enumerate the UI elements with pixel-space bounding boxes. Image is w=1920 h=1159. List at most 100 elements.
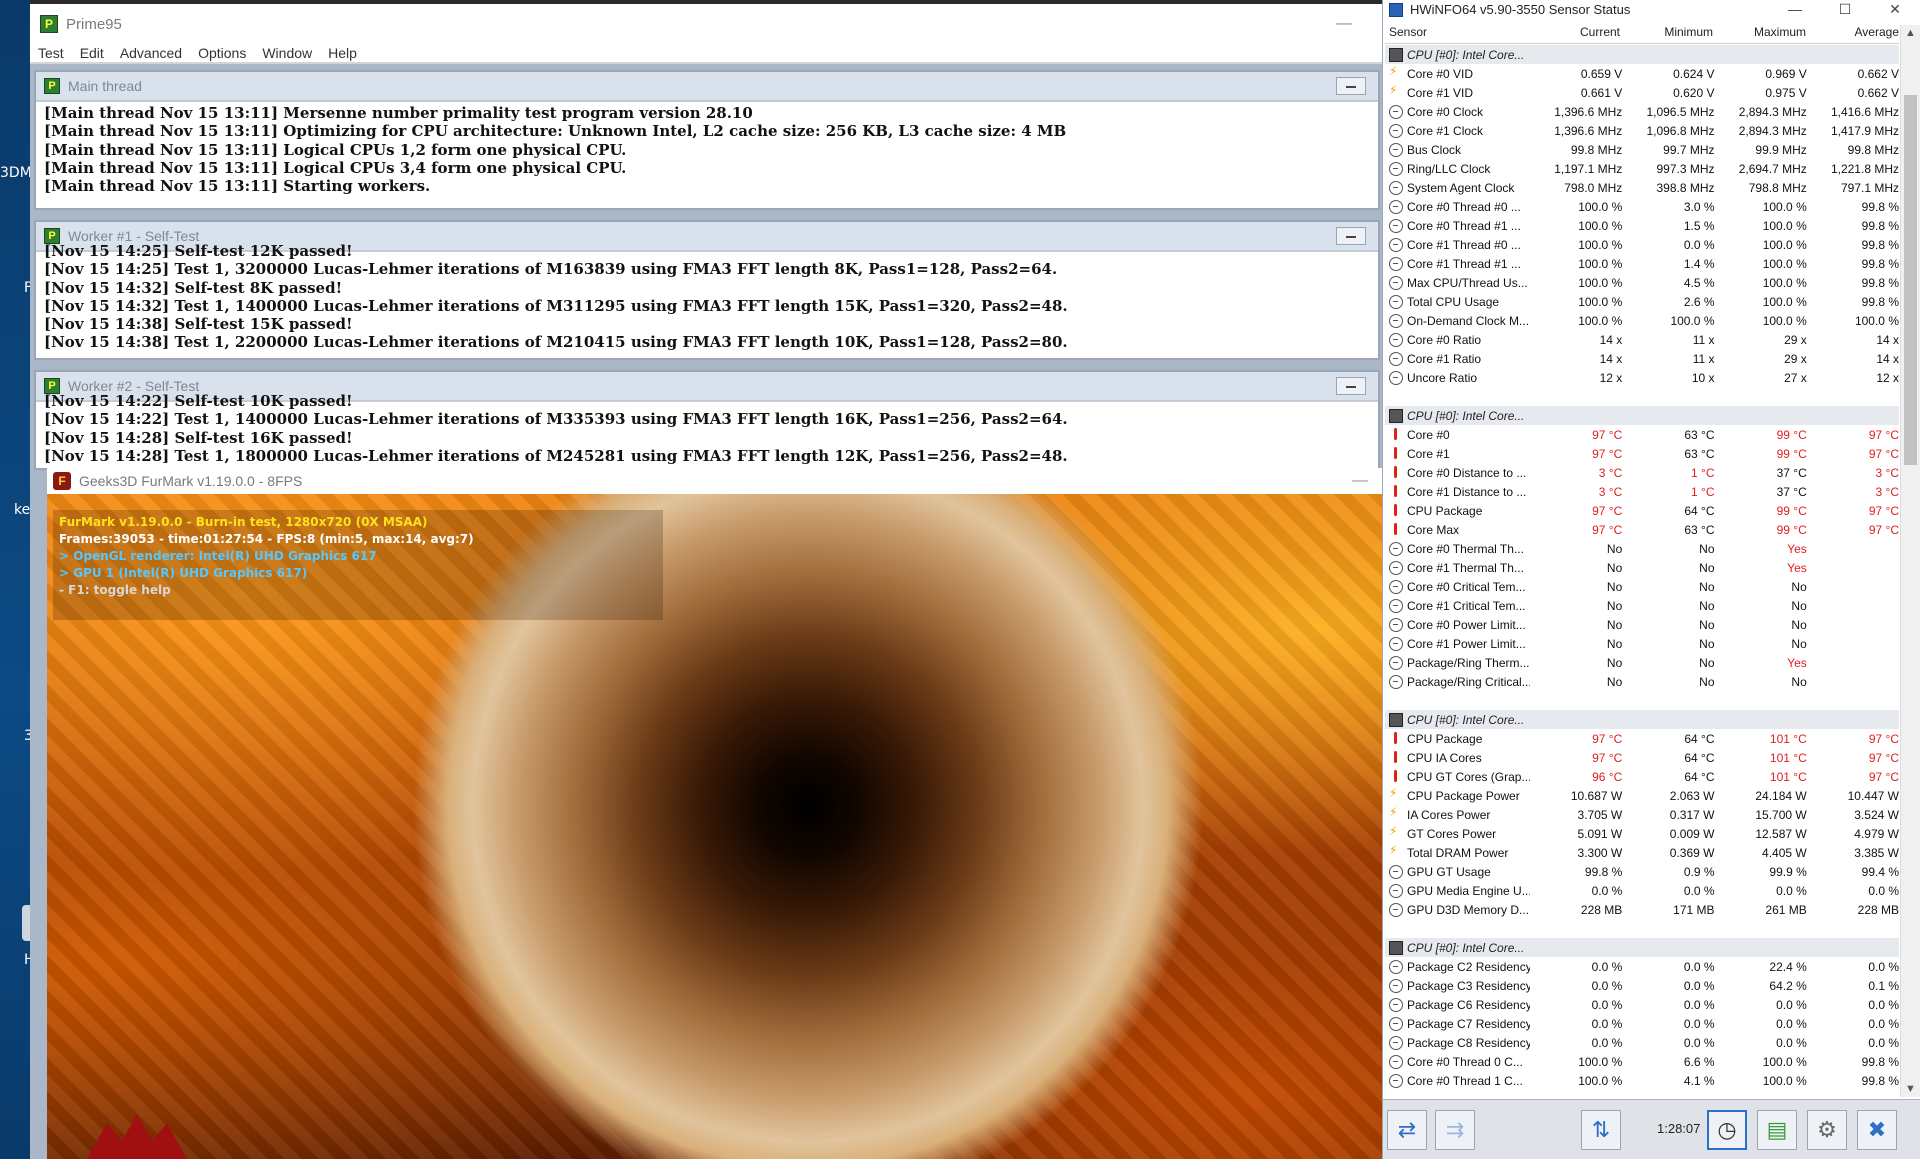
sensor-row[interactable]: Core #1 Clock 1,396.6 MHz 1,096.8 MHz 2,894…	[1385, 121, 1899, 140]
col-average[interactable]: Average	[1806, 25, 1899, 43]
sensor-row[interactable]: Core #0 Thread 0 C... 100.0 % 6.6 % 100.0 %…	[1385, 1052, 1899, 1071]
main-thread-titlebar[interactable]: P Main thread	[36, 72, 1378, 102]
sensor-avg: 99.4 %	[1861, 864, 1899, 879]
clock-icon[interactable]: ◷	[1707, 1110, 1747, 1150]
sensor-row[interactable]: GPU D3D Memory D... 228 MB 171 MB 261 MB 228…	[1385, 900, 1899, 919]
sensor-row[interactable]: Core Max 97 °C 63 °C 99 °C 97 °C	[1385, 520, 1899, 539]
sensor-avg: 99.8 MHz	[1847, 142, 1899, 157]
sensor-row[interactable]: Core #1 Distance to ... 3 °C 1 °C 37 °C 3 °C	[1385, 482, 1899, 501]
sensor-row[interactable]: Package C3 Residency 0.0 % 0.0 % 64.2 % 0.1 …	[1385, 976, 1899, 995]
sensor-row[interactable]: Core #0 Thread #1 ... 100.0 % 1.5 % 100.0 %…	[1385, 216, 1899, 235]
col-current[interactable]: Current	[1527, 25, 1620, 43]
sensor-row[interactable]: Core #0 Power Limit... No No No	[1385, 615, 1899, 634]
menu-help[interactable]: Help	[328, 45, 357, 61]
prime95-titlebar[interactable]: P Prime95 —	[30, 0, 1382, 44]
sensor-spacer	[1385, 691, 1899, 710]
sensor-row[interactable]: Core #0 Critical Tem... No No No	[1385, 577, 1899, 596]
sensor-row[interactable]: Package C8 Residency 0.0 % 0.0 % 0.0 % 0.0 %	[1385, 1033, 1899, 1052]
clock-icon	[1389, 598, 1403, 613]
sensor-avg: 14 x	[1876, 351, 1899, 366]
menu-window[interactable]: Window	[262, 45, 312, 61]
maximize-icon[interactable]: ☐	[1820, 1, 1870, 18]
sensor-cur: 100.0 %	[1578, 218, 1623, 233]
furmark-titlebar[interactable]: F Geeks3D FurMark v1.19.0.0 - 8FPS —	[47, 468, 1382, 494]
sensor-row[interactable]: Package C2 Residency 0.0 % 0.0 % 22.4 % 0.0 …	[1385, 957, 1899, 976]
minimize-icon[interactable]: —	[1336, 15, 1352, 33]
sensor-row[interactable]: Core #0 Clock 1,396.6 MHz 1,096.5 MHz 2,894…	[1385, 102, 1899, 121]
minimize-button[interactable]	[1336, 227, 1366, 245]
sensor-row[interactable]: Package C7 Residency 0.0 % 0.0 % 0.0 % 0.0 %	[1385, 1014, 1899, 1033]
sensor-row[interactable]: CPU Package 97 °C 64 °C 101 °C 97 °C	[1385, 729, 1899, 748]
sensor-row[interactable]: Uncore Ratio 12 x 10 x 27 x 12 x	[1385, 368, 1899, 387]
sensor-cur: 97 °C	[1592, 522, 1623, 537]
col-minimum[interactable]: Minimum	[1620, 25, 1713, 43]
sensor-row[interactable]: GPU Media Engine U... 0.0 % 0.0 % 0.0 % 0.0 …	[1385, 881, 1899, 900]
nav-left-icon[interactable]: ⇄	[1387, 1110, 1427, 1150]
network-icon[interactable]: ⇅	[1581, 1110, 1621, 1150]
scroll-down-icon[interactable]: ▼	[1905, 1083, 1916, 1095]
sensor-row[interactable]: Core #0 Distance to ... 3 °C 1 °C 37 °C 3 °C	[1385, 463, 1899, 482]
sensor-row[interactable]: Core #0 Thread #0 ... 100.0 % 3.0 % 100.0 %…	[1385, 197, 1899, 216]
sensor-row[interactable]: Package C6 Residency 0.0 % 0.0 % 0.0 % 0.0 %	[1385, 995, 1899, 1014]
menu-options[interactable]: Options	[198, 45, 246, 61]
sensor-name: Package C6 Residency	[1407, 997, 1530, 1012]
minimize-button[interactable]	[1336, 77, 1366, 95]
sensor-row[interactable]: On-Demand Clock M... 100.0 % 100.0 % 100.0 …	[1385, 311, 1899, 330]
sensor-group-header[interactable]: CPU [#0]: Intel Core...	[1385, 710, 1899, 729]
sensor-row[interactable]: CPU Package 97 °C 64 °C 99 °C 97 °C	[1385, 501, 1899, 520]
sensor-row[interactable]: Core #1 Thermal Th... No No Yes	[1385, 558, 1899, 577]
sensor-row[interactable]: Core #1 Thread #1 ... 100.0 % 1.4 % 100.0 %…	[1385, 254, 1899, 273]
sensor-row[interactable]: Core #0 VID 0.659 V 0.624 V 0.969 V 0.662 V	[1385, 64, 1899, 83]
sensor-row[interactable]: Core #1 Ratio 14 x 11 x 29 x 14 x	[1385, 349, 1899, 368]
sensor-row[interactable]: Total DRAM Power 3.300 W 0.369 W 4.405 W 3.3…	[1385, 843, 1899, 862]
sensor-row[interactable]: Core #0 97 °C 63 °C 99 °C 97 °C	[1385, 425, 1899, 444]
nav-right-icon[interactable]: ⇉	[1435, 1110, 1475, 1150]
main-thread-window[interactable]: P Main thread [Main thread Nov 15 13:11]…	[34, 70, 1380, 210]
sensor-row[interactable]: Core #1 97 °C 63 °C 99 °C 97 °C	[1385, 444, 1899, 463]
sensor-group-header[interactable]: CPU [#0]: Intel Core...	[1385, 45, 1899, 64]
scroll-up-icon[interactable]: ▲	[1905, 27, 1916, 39]
sensor-row[interactable]: Core #1 Critical Tem... No No No	[1385, 596, 1899, 615]
sensor-row[interactable]: Core #1 Power Limit... No No No	[1385, 634, 1899, 653]
worker2-window[interactable]: P Worker #2 - Self-Test [Nov 15 14:22] S…	[34, 370, 1380, 470]
sensor-row[interactable]: IA Cores Power 3.705 W 0.317 W 15.700 W 3.52…	[1385, 805, 1899, 824]
sensor-row[interactable]: CPU GT Cores (Grap... 96 °C 64 °C 101 °C 97 …	[1385, 767, 1899, 786]
sensor-group-header[interactable]: CPU [#0]: Intel Core...	[1385, 938, 1899, 957]
sensor-row[interactable]: GPU GT Usage 99.8 % 0.9 % 99.9 % 99.4 %	[1385, 862, 1899, 881]
worker1-window[interactable]: P Worker #1 - Self-Test [Nov 15 14:25] S…	[34, 220, 1380, 360]
report-icon[interactable]: ▤	[1757, 1110, 1797, 1150]
clock-icon	[1389, 142, 1403, 157]
sensor-row[interactable]: Core #0 Thread 1 C... 100.0 % 4.1 % 100.0 %…	[1385, 1071, 1899, 1090]
sensor-row[interactable]: Ring/LLC Clock 1,197.1 MHz 997.3 MHz 2,694.…	[1385, 159, 1899, 178]
close-sensors-icon[interactable]: ✖	[1857, 1110, 1897, 1150]
menu-edit[interactable]: Edit	[80, 45, 104, 61]
minimize-icon[interactable]: —	[1770, 1, 1820, 18]
sensor-row[interactable]: Core #1 Thread #0 ... 100.0 % 0.0 % 100.0 %…	[1385, 235, 1899, 254]
sensor-row[interactable]: System Agent Clock 798.0 MHz 398.8 MHz 798.…	[1385, 178, 1899, 197]
menu-test[interactable]: Test	[38, 45, 64, 61]
minimize-button[interactable]	[1336, 377, 1366, 395]
menu-advanced[interactable]: Advanced	[120, 45, 182, 61]
minimize-icon[interactable]: —	[1352, 472, 1368, 490]
sensor-row[interactable]: Core #1 VID 0.661 V 0.620 V 0.975 V 0.662 V	[1385, 83, 1899, 102]
hwinfo-titlebar[interactable]: HWiNFO64 v5.90-3550 Sensor Status — ☐ ✕	[1383, 0, 1920, 19]
sensor-row[interactable]: CPU IA Cores 97 °C 64 °C 101 °C 97 °C	[1385, 748, 1899, 767]
sensor-group-header[interactable]: CPU [#0]: Intel Core...	[1385, 406, 1899, 425]
clock-icon	[1389, 1073, 1403, 1088]
col-sensor[interactable]: Sensor	[1385, 25, 1527, 43]
sensor-row[interactable]: Package/Ring Critical... No No No	[1385, 672, 1899, 691]
sensor-row[interactable]: CPU Package Power 10.687 W 2.063 W 24.184 W…	[1385, 786, 1899, 805]
settings-icon[interactable]: ⚙	[1807, 1110, 1847, 1150]
sensor-row[interactable]: Core #0 Ratio 14 x 11 x 29 x 14 x	[1385, 330, 1899, 349]
col-maximum[interactable]: Maximum	[1713, 25, 1806, 43]
sensor-row[interactable]: GT Cores Power 5.091 W 0.009 W 12.587 W 4.97…	[1385, 824, 1899, 843]
sensor-row[interactable]: Total CPU Usage 100.0 % 2.6 % 100.0 % 99.8 %	[1385, 292, 1899, 311]
sensor-row[interactable]: Bus Clock 99.8 MHz 99.7 MHz 99.9 MHz 99.8 MH…	[1385, 140, 1899, 159]
sensor-row[interactable]: Package/Ring Therm... No No Yes	[1385, 653, 1899, 672]
furmark-window[interactable]: F Geeks3D FurMark v1.19.0.0 - 8FPS — Fur…	[47, 468, 1382, 1159]
sensor-row[interactable]: Max CPU/Thread Us... 100.0 % 4.5 % 100.0 % 9…	[1385, 273, 1899, 292]
close-icon[interactable]: ✕	[1870, 1, 1920, 18]
scrollbar-thumb[interactable]	[1904, 95, 1917, 465]
sensor-row[interactable]: Core #0 Thermal Th... No No Yes	[1385, 539, 1899, 558]
sensor-scrollbar[interactable]: ▲ ▼	[1900, 25, 1920, 1097]
